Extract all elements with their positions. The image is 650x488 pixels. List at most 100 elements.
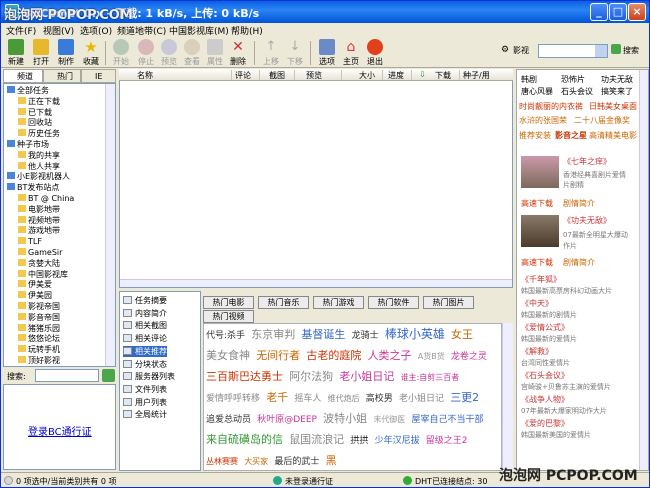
detail-nav-item[interactable]: 相关评论	[123, 333, 167, 344]
col-comment[interactable]: 评论	[235, 70, 251, 81]
tab-hot-movies[interactable]: 热门电影	[203, 296, 254, 309]
right-link[interactable]: 唐心风暴	[521, 86, 553, 97]
tree-node[interactable]: 伊美爱	[18, 280, 52, 290]
hot-movie-link[interactable]: 龙骑士	[352, 331, 379, 341]
right-panel-scrollbar[interactable]	[639, 70, 648, 470]
start-button[interactable]: 开始	[108, 39, 134, 67]
tab-hot-software[interactable]: 热门软件	[368, 296, 419, 309]
detail-nav-item[interactable]: 文件列表	[123, 384, 167, 395]
move-up-button[interactable]: ↑ 上移	[258, 39, 284, 67]
right-list-title[interactable]: 《爱的巴黎》	[521, 418, 569, 429]
tree-node[interactable]: GameSir	[18, 248, 62, 258]
tree-node[interactable]: 顶好影视	[18, 356, 60, 366]
tab-channel[interactable]: 频道	[3, 69, 43, 83]
detail-nav-item[interactable]: 用户列表	[123, 397, 167, 408]
col-screenshot[interactable]: 截图	[269, 70, 285, 81]
minimize-button[interactable]: _	[590, 3, 608, 21]
col-seeds[interactable]: 种子/用	[463, 70, 490, 81]
hot-movie-link[interactable]: 秋叶原@DEEP	[257, 415, 317, 425]
feature-download-link[interactable]: 高速下载	[521, 198, 553, 209]
search-go-icon[interactable]	[611, 44, 621, 54]
right-link[interactable]: 石头会议	[561, 86, 593, 97]
feature-title[interactable]: 《七年之痒》	[563, 156, 611, 167]
promo-link[interactable]: 高清精美电影	[589, 130, 637, 141]
delete-button[interactable]: ✕ 删除	[225, 39, 251, 67]
home-button[interactable]: ⌂ 主页	[338, 39, 364, 67]
right-list-title[interactable]: 《爱情公式》	[521, 322, 569, 333]
col-size[interactable]: 大小	[359, 70, 375, 81]
hot-movie-link[interactable]: 阿尔法狗	[289, 370, 333, 383]
search-category[interactable]: 影视	[513, 45, 529, 56]
tree-node[interactable]: 历史任务	[18, 129, 60, 139]
hot-movie-link[interactable]: 拱拱	[350, 436, 368, 446]
menu-view[interactable]: 视图(V)	[43, 24, 74, 37]
hot-movie-link[interactable]: 美女食神	[206, 349, 250, 362]
promo-link[interactable]: 二十八届金像奖	[574, 115, 630, 126]
make-button[interactable]: 制作	[53, 39, 79, 67]
tab-hot[interactable]: 热门	[43, 69, 81, 83]
hot-movie-link[interactable]: 棒球小英雄	[385, 327, 445, 341]
hot-movie-link[interactable]: 三更2	[450, 391, 479, 404]
promo-link[interactable]: 日韩美女桌面	[589, 101, 637, 112]
hot-movie-link[interactable]: 末代御医	[373, 415, 405, 424]
tree-node[interactable]: 影音帝国	[18, 312, 60, 323]
hot-movie-link[interactable]: 维代炮后	[328, 394, 360, 403]
tree-node[interactable]: 正在下载	[18, 96, 60, 107]
hot-movie-link[interactable]: 爱情呼呼转移	[206, 394, 260, 404]
hot-movie-link[interactable]: 三百斯巴达勇士	[206, 370, 283, 383]
tree-node[interactable]: 电影地带	[18, 204, 60, 215]
hot-movie-link[interactable]: 追爱总动员	[206, 415, 251, 425]
login-link[interactable]: 登录BC通行证	[28, 423, 92, 438]
search-button[interactable]: 搜索	[623, 45, 639, 56]
promo-link[interactable]: 水浒的张国荣	[519, 115, 567, 126]
favorite-button[interactable]: ★ 收藏	[78, 39, 104, 67]
detail-nav-item[interactable]: 服务器列表	[123, 371, 175, 382]
feature-thumbnail[interactable]	[521, 156, 559, 188]
hot-movie-link[interactable]: 古老的庭院	[306, 349, 361, 362]
tree-node[interactable]: 游戏地带	[18, 226, 60, 236]
tree-node[interactable]: 影视帝国	[18, 302, 60, 312]
promo-link[interactable]: 影音之星	[555, 130, 587, 141]
feature-thumbnail[interactable]	[521, 215, 559, 247]
right-list-title[interactable]: 《石头会议》	[521, 370, 569, 381]
left-search-input[interactable]	[35, 369, 99, 382]
tree-node[interactable]: 已下载	[18, 107, 52, 118]
open-button[interactable]: 打开	[28, 39, 54, 67]
tree-node[interactable]: 中国影视库	[18, 269, 68, 280]
tab-ie[interactable]: IE	[81, 69, 116, 83]
tree-node[interactable]: BT @ China	[18, 194, 74, 204]
hot-movie-link[interactable]: 老小姐日记	[339, 370, 394, 383]
move-down-button[interactable]: ↓ 下移	[282, 39, 308, 67]
channel-tree[interactable]: 全部任务 正在下载 已下载 回收站 历史任务 种子市场 我的共享 他人共享 小E影视机器人 BT发…	[3, 83, 116, 367]
status-login[interactable]: 未登录通行证	[285, 476, 333, 487]
right-link[interactable]: 恐怖片	[561, 74, 585, 85]
detail-nav-item[interactable]: 相关推荐	[123, 345, 167, 357]
detail-nav-item[interactable]: 全局统计	[123, 409, 167, 420]
hot-movie-link[interactable]: 波特小姐	[323, 412, 367, 425]
feature-download-link[interactable]: 高速下载	[521, 257, 553, 268]
hot-movie-link[interactable]: 基督诞生	[301, 328, 345, 341]
hot-movie-link[interactable]: 留级之王2	[426, 436, 468, 446]
right-list-title[interactable]: 《解救》	[521, 346, 553, 357]
hot-movie-link[interactable]: 东京审判	[251, 328, 295, 341]
right-link[interactable]: 韩剧	[521, 74, 537, 85]
col-download[interactable]: 下载	[435, 70, 451, 81]
hot-movie-link[interactable]: 丛林赛赛	[206, 457, 238, 466]
menu-options[interactable]: 选项(O)	[80, 24, 112, 37]
tree-node[interactable]: 悠悠论坛	[18, 334, 60, 344]
tree-node[interactable]: 他人共享	[18, 161, 60, 172]
hot-movie-link[interactable]: 屋宰自己不当干部	[412, 415, 484, 425]
tab-hot-videos[interactable]: 热门视频	[203, 310, 254, 323]
col-progress[interactable]: 进度	[388, 70, 404, 81]
options-button[interactable]: 选项	[314, 39, 340, 67]
hot-movie-link[interactable]: 龙卷之灵	[451, 352, 487, 362]
hot-movie-link[interactable]: 黑	[326, 454, 337, 467]
hot-movie-link[interactable]: 高校男	[366, 394, 393, 404]
maximize-button[interactable]: □	[609, 3, 627, 21]
tab-hot-pictures[interactable]: 热门图片	[423, 296, 474, 309]
left-search-go-icon[interactable]	[102, 369, 115, 382]
tree-node[interactable]: 伊美园	[18, 291, 52, 301]
hot-movie-link[interactable]: 鼠国流浪记	[289, 433, 344, 446]
hot-movie-link[interactable]: 谁主:自剪三百者	[401, 373, 460, 382]
right-link[interactable]: 搞笑来了	[601, 86, 633, 97]
